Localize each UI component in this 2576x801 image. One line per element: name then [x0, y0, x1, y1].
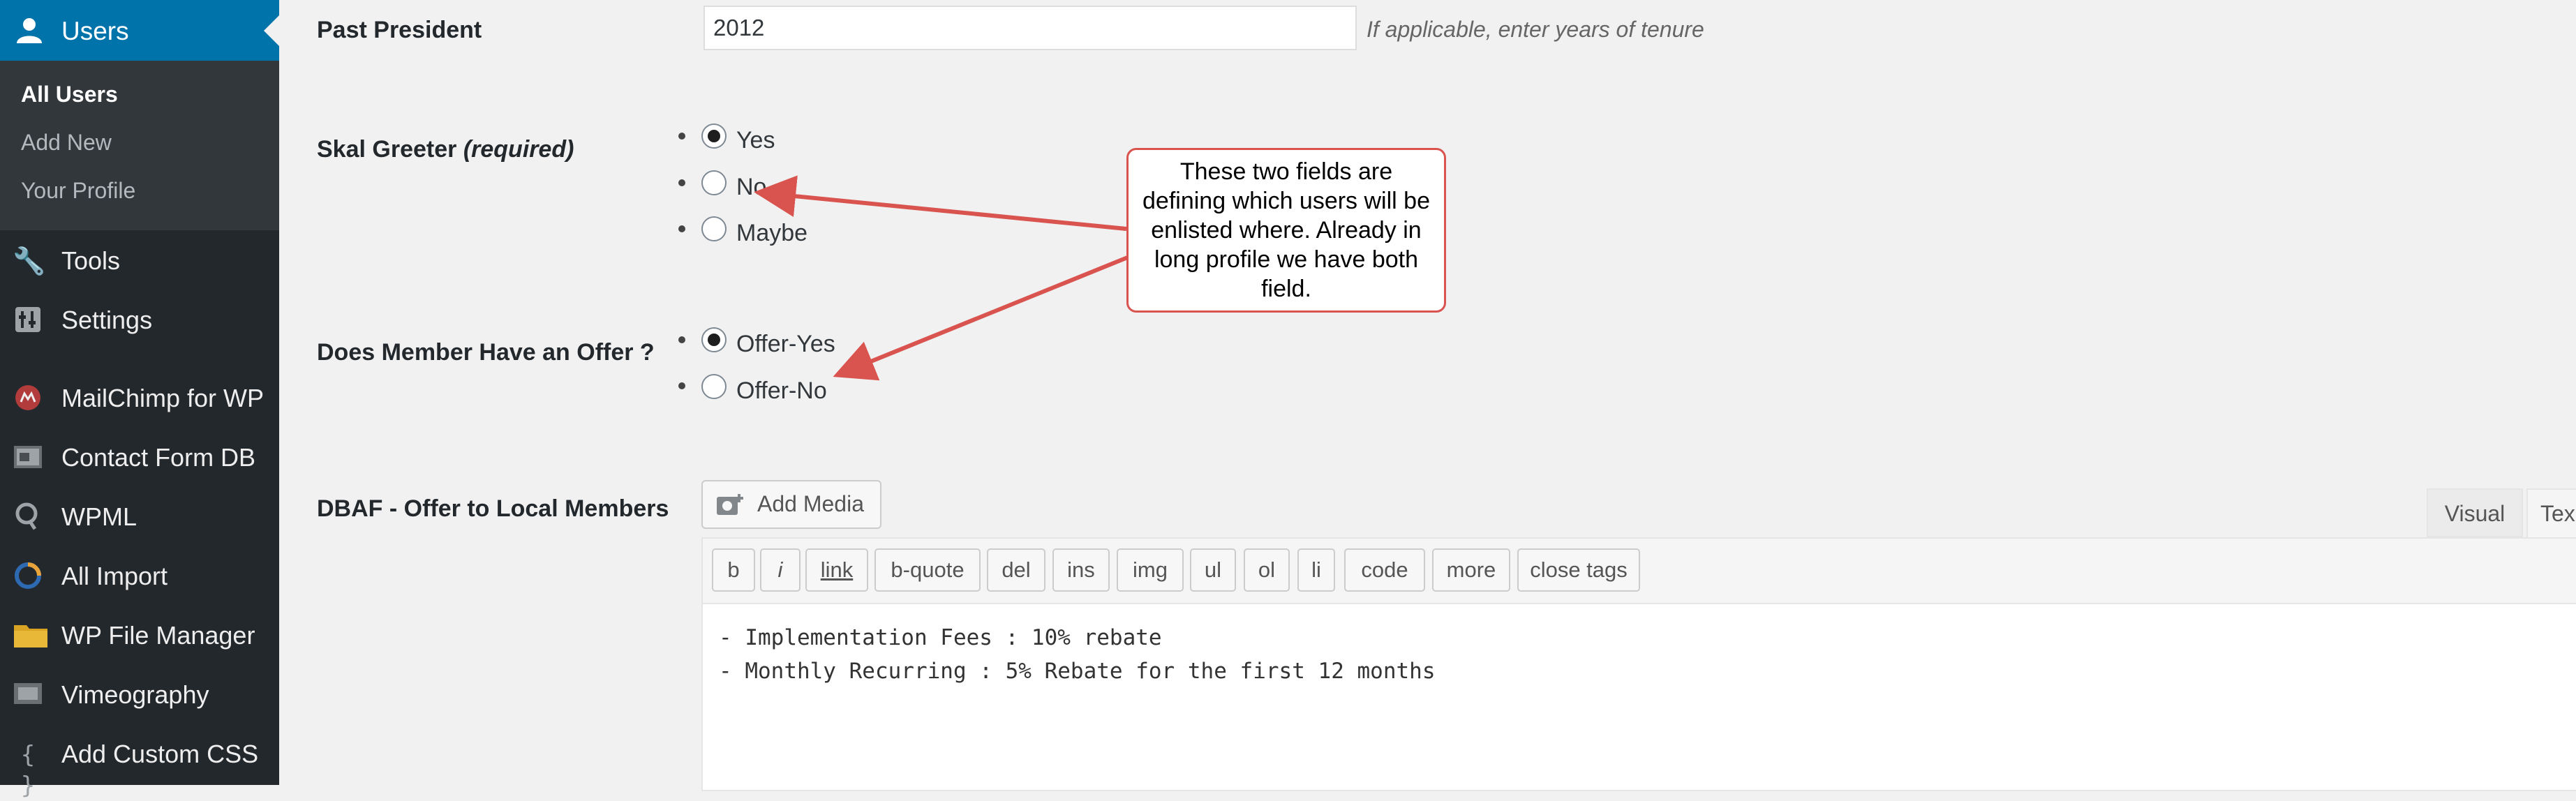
qt-close-tags-button[interactable]: close tags [1517, 548, 1640, 592]
qt-ins-button[interactable]: ins [1052, 548, 1110, 592]
tab-visual[interactable]: Visual [2427, 488, 2523, 537]
arrow-to-skal-no [754, 175, 1127, 231]
qt-bquote-button[interactable]: b-quote [874, 548, 981, 592]
qt-li-button[interactable]: li [1297, 548, 1335, 592]
arrow-to-offer-yes [833, 255, 1131, 381]
add-media-label: Add Media [757, 491, 864, 516]
editor-content-line: - Implementation Fees : 10% rebate [719, 625, 1162, 650]
qt-img-button[interactable]: img [1117, 548, 1184, 592]
qt-italic-button[interactable]: i [760, 548, 801, 592]
qt-link-button[interactable]: link [805, 548, 868, 592]
dbaf-label: DBAF - Offer to Local Members [317, 495, 669, 522]
annotation-callout: These two fields are defining which user… [1126, 148, 1446, 313]
qt-code-button[interactable]: code [1344, 548, 1425, 592]
qt-bold-button[interactable]: b [712, 548, 755, 592]
qt-ol-button[interactable]: ol [1244, 548, 1290, 592]
add-media-button[interactable]: Add Media [701, 480, 881, 529]
qt-del-button[interactable]: del [987, 548, 1045, 592]
add-media-icon [715, 491, 746, 525]
tab-text[interactable]: Tex [2526, 488, 2576, 539]
qt-more-button[interactable]: more [1432, 548, 1510, 592]
editor-content-line: - Monthly Recurring : 5% Rebate for the … [719, 659, 1436, 684]
qt-ul-button[interactable]: ul [1190, 548, 1236, 592]
